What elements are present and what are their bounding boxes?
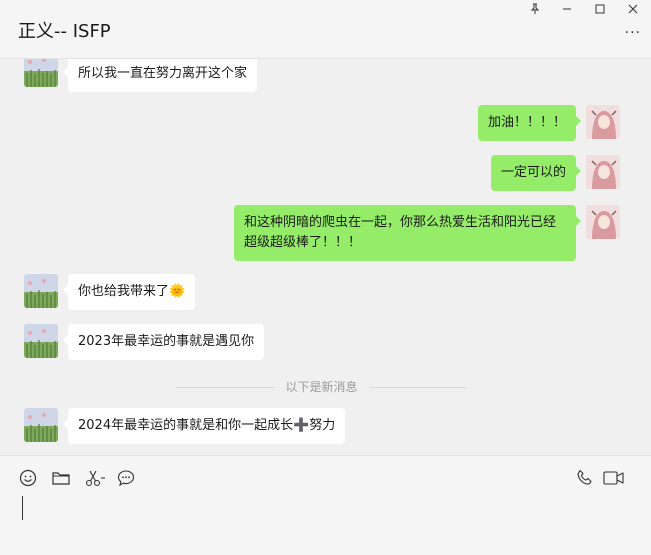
message-bubble-incoming[interactable]: 你也给我带来了🌞 [62,274,196,310]
contact-avatar[interactable] [24,408,58,442]
self-avatar[interactable] [586,105,620,139]
message-bubble-outgoing[interactable]: 和这种阴暗的爬虫在一起，你那么热爱生活和阳光已经超级超级棒了！！！ [234,205,581,261]
scissors-icon[interactable] [84,468,108,488]
self-avatar[interactable] [586,155,620,189]
message-text: 一定可以的 [500,165,566,180]
message-text: 所以我一直在努力离开这个家 [78,66,248,81]
message-input-area[interactable] [0,455,651,555]
chat-bubble-icon[interactable] [116,468,136,488]
message-text: 你也给我带来了🌞 [78,284,186,299]
contact-avatar[interactable] [24,59,58,87]
pin-icon[interactable] [526,3,544,19]
folder-icon[interactable] [51,468,71,488]
self-avatar[interactable] [586,205,620,239]
chat-area[interactable]: 所以我一直在努力离开这个家 加油！！！！ 一定可以的 和这种阴暗的爬虫在一起，你… [0,59,651,455]
more-icon[interactable]: ··· [625,26,641,40]
message-bubble-incoming[interactable]: 2024年最幸运的事就是和你一起成长➕努力 [62,408,346,444]
message-text: 2024年最幸运的事就是和你一起成长➕努力 [78,418,336,433]
maximize-icon[interactable] [591,3,609,19]
message-text: 加油！！！！ [487,115,566,130]
minimize-icon[interactable] [558,3,576,19]
message-bubble-incoming[interactable]: 2023年最幸运的事就是遇见你 [62,324,265,360]
close-icon[interactable] [624,3,642,19]
message-text: 和这种阴暗的爬虫在一起，你那么热爱生活和阳光已经超级超级棒了！！！ [244,215,557,250]
new-messages-divider: 以下是新消息 [176,379,467,395]
message-bubble-incoming[interactable]: 所以我一直在努力离开这个家 [62,59,258,92]
message-bubble-outgoing[interactable]: 加油！！！！ [477,105,582,141]
text-cursor [22,496,23,520]
message-bubble-outgoing[interactable]: 一定可以的 [490,155,582,191]
chat-title: 正义-- ISFP [18,21,111,42]
contact-avatar[interactable] [24,324,58,358]
emoji-icon[interactable] [18,468,38,488]
video-icon[interactable] [603,468,625,488]
phone-icon[interactable] [575,468,595,488]
message-text: 2023年最幸运的事就是遇见你 [78,334,255,349]
contact-avatar[interactable] [24,274,58,308]
